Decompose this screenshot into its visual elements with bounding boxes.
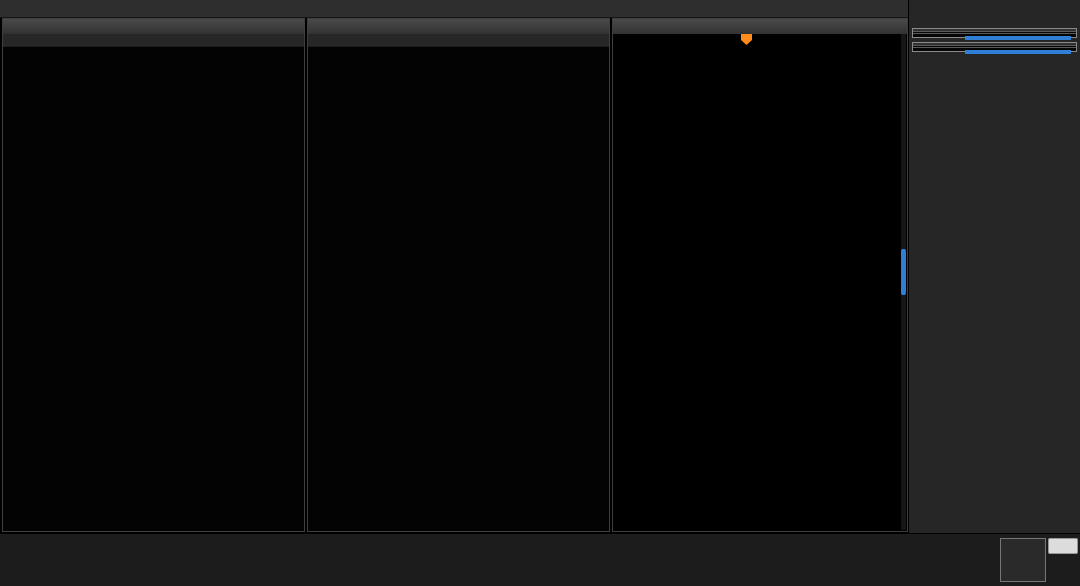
bottom-bar bbox=[0, 533, 1080, 586]
plot1-table bbox=[308, 34, 609, 47]
plot1-header[interactable] bbox=[308, 19, 609, 34]
offline-button[interactable] bbox=[1048, 538, 1078, 554]
waveform-view-panel bbox=[612, 18, 908, 532]
plot-table-header bbox=[308, 34, 609, 47]
plot-table-header bbox=[3, 34, 304, 47]
plot1-panel bbox=[307, 18, 610, 532]
imda-meas2-results-panel[interactable] bbox=[912, 42, 1077, 54]
imda-meas1-results-panel[interactable] bbox=[912, 28, 1077, 40]
meas1-summary bbox=[913, 33, 1076, 40]
oscilloscope-screen bbox=[0, 0, 1080, 586]
meas1-title bbox=[913, 29, 1076, 32]
selection-highlight-box bbox=[965, 36, 1071, 40]
phasor-diagram-meas1 bbox=[308, 47, 609, 493]
waveform-traces bbox=[614, 34, 902, 530]
sidebar bbox=[908, 0, 1080, 533]
scrollbar-thumb[interactable] bbox=[901, 249, 906, 295]
plot3-table bbox=[3, 34, 304, 47]
waveform-scrollbar[interactable] bbox=[901, 34, 906, 530]
waveform-plot-area bbox=[614, 34, 906, 530]
horizontal-settings[interactable] bbox=[1000, 538, 1046, 582]
waveform-view-header[interactable] bbox=[613, 19, 907, 34]
meas2-summary bbox=[913, 47, 1076, 54]
plot3-header[interactable] bbox=[3, 19, 304, 34]
window-titlebar bbox=[909, 0, 1080, 15]
phasor-diagram-meas2 bbox=[3, 47, 304, 506]
sidebar-button-grid bbox=[909, 20, 1080, 24]
meas2-title bbox=[913, 43, 1076, 46]
menu-bar bbox=[0, 0, 908, 18]
selection-highlight-box bbox=[965, 50, 1071, 54]
plot3-panel bbox=[2, 18, 305, 532]
